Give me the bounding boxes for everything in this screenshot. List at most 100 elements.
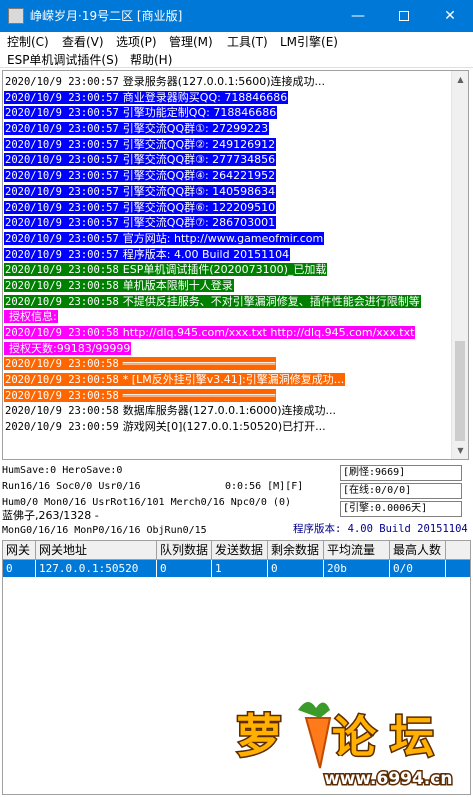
carrot-icon bbox=[298, 701, 332, 769]
log-text: 2020/10/9 23:00:57 引擎交流QQ群④: 264221952 bbox=[4, 169, 277, 183]
menu-esp-plugin[interactable]: ESP单机调试插件(S) bbox=[7, 52, 118, 68]
log-message: 登录服务器(127.0.0.1:5600)连接成功... bbox=[122, 75, 326, 88]
log-text: 2020/10/9 23:00:58 ══════════════════════… bbox=[4, 357, 277, 371]
status-hum: Hum0/0 Mon0/16 UsrRot16/101 Merch0/16 Np… bbox=[2, 497, 291, 508]
log-timestamp: 2020/10/9 23:00:57 bbox=[5, 232, 119, 245]
log-message: 商业登录器购买QQ: 718846686 bbox=[122, 90, 288, 104]
log-line: 2020/10/9 23:00:58 不提供反挂服务、不对引擎漏洞修复、插件性能会… bbox=[4, 294, 450, 310]
log-line: 2020/10/9 23:00:58 数据库服务器(127.0.0.1:6000)… bbox=[4, 403, 450, 419]
log-message: 引擎交流QQ群③: 277734856 bbox=[122, 153, 276, 167]
scroll-up-icon[interactable]: ▲ bbox=[452, 71, 468, 88]
log-timestamp: 2020/10/9 23:00:58 bbox=[5, 405, 119, 418]
log-line: 授权信息: bbox=[4, 309, 450, 325]
log-lines: 2020/10/9 23:00:57 登录服务器(127.0.0.1:5600)连… bbox=[4, 74, 450, 435]
log-text: 2020/10/9 23:00:57 引擎交流QQ群①: 27299223 bbox=[4, 122, 270, 136]
log-timestamp: 2020/10/9 23:00:58 bbox=[5, 358, 119, 371]
status-run: Run16/16 Soc0/0 Usr0/16 bbox=[2, 481, 141, 492]
menu-options[interactable]: 选项(P) bbox=[116, 34, 157, 50]
program-version: 程序版本: 4.00 Build 20151104 bbox=[293, 523, 468, 535]
log-line: 2020/10/9 23:00:57 程序版本: 4.00 Build 20151… bbox=[4, 247, 450, 263]
log-text: 2020/10/9 23:00:57 商业登录器购买QQ: 718846686 bbox=[4, 90, 289, 104]
log-text: 2020/10/9 23:00:57 引擎功能定制QQ: 718846686 bbox=[4, 106, 278, 120]
watermark-url: www.6994.cn bbox=[324, 769, 452, 789]
log-timestamp: 2020/10/9 23:00:58 bbox=[5, 295, 119, 308]
log-line: 2020/10/9 23:00:57 引擎交流QQ群⑤: 140598634 bbox=[4, 184, 450, 200]
log-line: 2020/10/9 23:00:57 登录服务器(127.0.0.1:5600)连… bbox=[4, 74, 450, 90]
watermark-logo: 萝 论 坛 www.6994.cn bbox=[235, 701, 454, 790]
menu-view[interactable]: 查看(V) bbox=[62, 34, 104, 50]
col-gateway[interactable]: 网关 bbox=[3, 541, 36, 560]
col-sent[interactable]: 发送数据 bbox=[212, 541, 268, 560]
col-queue[interactable]: 队列数据 bbox=[157, 541, 212, 560]
log-timestamp: 2020/10/9 23:00:57 bbox=[5, 91, 119, 104]
menu-help[interactable]: 帮助(H) bbox=[130, 52, 172, 68]
log-line: 2020/10/9 23:00:57 引擎交流QQ群④: 264221952 bbox=[4, 168, 450, 184]
log-scrollbar[interactable]: ▲ ▼ bbox=[451, 71, 468, 459]
log-text: 2020/10/9 23:00:57 官方网站: http://www.gameo… bbox=[4, 231, 325, 245]
title-bar[interactable]: 峥嵘岁月·19号二区 [商业版] — ✕ bbox=[0, 0, 473, 32]
close-button[interactable]: ✕ bbox=[427, 0, 473, 32]
log-text: 2020/10/9 23:00:58 单机版本限制十人登录 bbox=[4, 278, 234, 292]
col-avg-traffic[interactable]: 平均流量 bbox=[324, 541, 390, 560]
log-message: 引擎交流QQ群⑥: 122209510 bbox=[122, 200, 276, 214]
app-icon bbox=[8, 8, 24, 24]
scroll-down-icon[interactable]: ▼ bbox=[452, 442, 468, 459]
log-message: 官方网站: http://www.gameofmir.com bbox=[122, 231, 324, 245]
log-timestamp: 2020/10/9 23:00:57 bbox=[5, 76, 119, 88]
log-timestamp: 2020/10/9 23:00:57 bbox=[5, 138, 119, 151]
cell-queue: 0 bbox=[157, 560, 212, 577]
log-message: 引擎功能定制QQ: 718846686 bbox=[122, 106, 277, 120]
log-text: 2020/10/9 23:00:57 引擎交流QQ群③: 277734856 bbox=[4, 153, 277, 167]
brand-char-3: 论 bbox=[332, 712, 377, 763]
minimize-button[interactable]: — bbox=[335, 0, 381, 32]
log-pane[interactable]: 2020/10/9 23:00:57 登录服务器(127.0.0.1:5600)连… bbox=[2, 70, 469, 460]
scroll-thumb[interactable] bbox=[455, 341, 465, 441]
log-timestamp: 2020/10/9 23:00:57 bbox=[5, 217, 119, 230]
cell-avg-traffic: 20b bbox=[324, 560, 390, 577]
log-line: 2020/10/9 23:00:58 ══════════════════════… bbox=[4, 356, 450, 372]
menu-lm-engine[interactable]: LM引擎(E) bbox=[280, 34, 338, 50]
log-message: 引擎交流QQ群⑤: 140598634 bbox=[122, 184, 276, 198]
refresh-monster-box: [刷怪:9669] bbox=[340, 465, 462, 481]
online-box: [在线:0/0/0] bbox=[340, 483, 462, 499]
log-line: 2020/10/9 23:00:58 ESP单机调试插件(2020073100)_… bbox=[4, 262, 450, 278]
log-message: 授权信息: bbox=[9, 310, 57, 324]
col-max-users[interactable]: 最高人数 bbox=[390, 541, 446, 560]
menu-tools[interactable]: 工具(T) bbox=[227, 34, 268, 50]
log-text: 授权信息: bbox=[4, 310, 58, 324]
log-text: 2020/10/9 23:00:57 引擎交流QQ群⑤: 140598634 bbox=[4, 184, 277, 198]
status-time: 0:0:56 [M][F] bbox=[225, 481, 304, 492]
log-line: 2020/10/9 23:00:58 单机版本限制十人登录 bbox=[4, 278, 450, 294]
engine-box: [引擎:0.0006天] bbox=[340, 501, 462, 517]
log-message: 不提供反挂服务、不对引擎漏洞修复、插件性能会进行限制等 bbox=[122, 294, 420, 308]
log-text: 授权天数:99183/99999 bbox=[4, 341, 132, 355]
log-text: 2020/10/9 23:00:58 不提供反挂服务、不对引擎漏洞修复、插件性能会… bbox=[4, 294, 421, 308]
log-text: 2020/10/9 23:00:58 ══════════════════════… bbox=[4, 388, 277, 402]
log-line: 2020/10/9 23:00:57 引擎交流QQ群①: 27299223 bbox=[4, 121, 450, 137]
log-timestamp: 2020/10/9 23:00:57 bbox=[5, 107, 119, 120]
col-address[interactable]: 网关地址 bbox=[36, 541, 157, 560]
menu-bar: 控制(C) 查看(V) 选项(P) 管理(M) 工具(T) LM引擎(E) ES… bbox=[0, 32, 473, 68]
log-message: 引擎交流QQ群①: 27299223 bbox=[122, 122, 269, 136]
log-message: * [LM反外挂引擎v3.41]:引擎漏洞修复成功... bbox=[122, 373, 345, 387]
log-message: 程序版本: 4.00 Build 20151104 bbox=[122, 247, 290, 261]
log-message: ═══════════════════════ bbox=[122, 388, 276, 402]
log-text: 2020/10/9 23:00:57 登录服务器(127.0.0.1:5600)连… bbox=[4, 75, 327, 88]
log-timestamp: 2020/10/9 23:00:57 bbox=[5, 123, 119, 136]
cell-max-users: 0/0 bbox=[390, 560, 446, 577]
log-text: 2020/10/9 23:00:57 程序版本: 4.00 Build 20151… bbox=[4, 247, 291, 261]
table-row[interactable]: 0 127.0.0.1:50520 0 1 0 20b 0/0 bbox=[3, 560, 470, 577]
maximize-button[interactable] bbox=[381, 0, 427, 32]
log-timestamp: 2020/10/9 23:00:57 bbox=[5, 201, 119, 214]
log-timestamp: 2020/10/9 23:00:58 bbox=[5, 327, 119, 339]
menu-control[interactable]: 控制(C) bbox=[7, 34, 49, 50]
brand-char-4: 坛 bbox=[390, 712, 434, 763]
col-remaining[interactable]: 剩余数据 bbox=[268, 541, 324, 560]
status-panel: HumSave:0 HeroSave:0 Run16/16 Soc0/0 Usr… bbox=[0, 462, 473, 540]
log-line: 2020/10/9 23:00:57 商业登录器购买QQ: 718846686 bbox=[4, 90, 450, 106]
menu-manage[interactable]: 管理(M) bbox=[169, 34, 213, 50]
window-title: 峥嵘岁月·19号二区 [商业版] bbox=[30, 9, 183, 23]
log-message: 数据库服务器(127.0.0.1:6000)连接成功... bbox=[122, 404, 337, 418]
log-message: 游戏网关[0](127.0.0.1:50520)已打开... bbox=[122, 420, 326, 434]
log-line: 2020/10/9 23:00:58 * [LM反外挂引擎v3.41]:引擎漏洞修… bbox=[4, 372, 450, 388]
